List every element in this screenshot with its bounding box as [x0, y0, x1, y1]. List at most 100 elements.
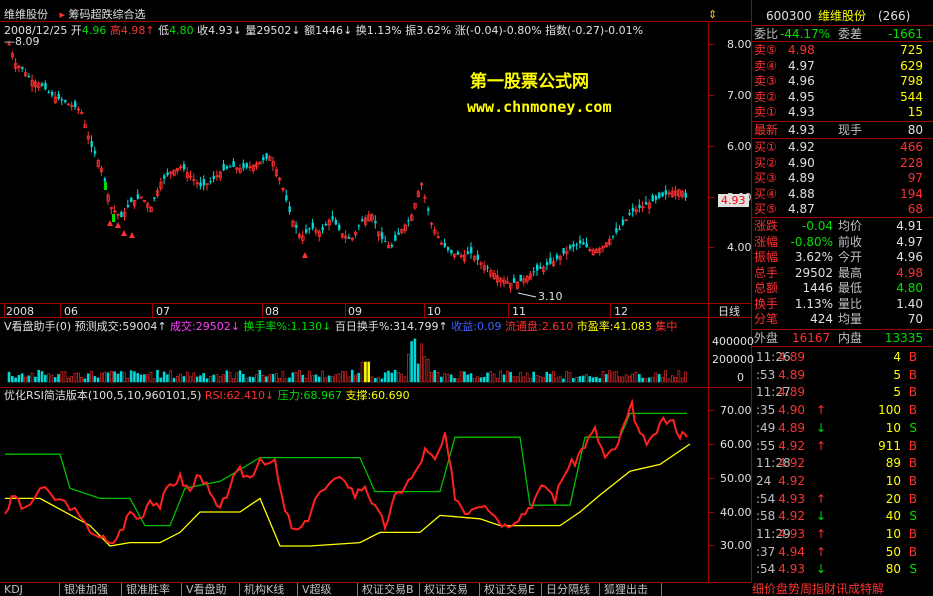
volume-bar	[674, 376, 677, 383]
candle-body	[638, 204, 641, 209]
volume-bar	[519, 372, 522, 383]
tick-row: :37 4.94 ↑ 50 B	[752, 544, 933, 560]
volume-bar	[482, 376, 486, 383]
volume-bar	[133, 371, 136, 383]
rsi-tick-label: 60.00	[720, 438, 752, 451]
volume-bar	[443, 373, 446, 383]
tick-row: :58 4.92 ↓ 40 S	[752, 508, 933, 524]
volume-bar	[406, 353, 410, 383]
change-value: (-0.04)-0.80%	[465, 24, 542, 37]
candle-body	[324, 223, 328, 226]
volume-bar	[377, 377, 380, 383]
volume-bar	[268, 374, 272, 383]
volume-bar	[298, 370, 301, 383]
rsi-tick-label: 40.00	[720, 506, 752, 519]
candle-body	[582, 242, 585, 245]
tick-row: :54 4.93 ↑ 20 B	[752, 491, 933, 507]
candle-body	[60, 99, 64, 101]
volume-bar	[205, 378, 209, 383]
volume-panel-title[interactable]: V看盘助手(0)	[4, 320, 71, 333]
candle-body	[130, 197, 133, 203]
volume-bar	[159, 377, 163, 383]
volume-bar	[433, 370, 437, 383]
rsi-panel-title[interactable]: 优化RSI简洁版本(100,5,10,960101,5)	[4, 389, 201, 402]
candle-body	[512, 278, 516, 283]
vol-label: 成交	[170, 320, 193, 333]
buy-signal-icon	[302, 252, 308, 258]
candle-body	[136, 194, 140, 199]
indicator-tab[interactable]: 权证交易C	[420, 583, 480, 596]
indicator-tab[interactable]: 权证交易E	[480, 583, 542, 596]
candle-body	[585, 243, 588, 248]
volume-bar	[149, 372, 153, 383]
volume-bar	[317, 376, 321, 383]
tick-scrollbar[interactable]	[922, 347, 933, 583]
candle-body	[651, 195, 654, 202]
volume-bar	[677, 370, 681, 383]
rsi-line	[4, 398, 688, 545]
volume-bar	[661, 377, 664, 383]
candle-body	[618, 229, 621, 231]
volume-bar	[624, 374, 628, 383]
high-marker-value: 8.09	[15, 35, 40, 48]
volume-bar	[614, 371, 618, 383]
candle-body	[615, 228, 618, 233]
indicator-tab[interactable]: V超级MACD	[298, 583, 358, 596]
volume-bar	[568, 372, 572, 383]
candle-body	[470, 247, 473, 254]
volume-bar	[248, 376, 252, 383]
tick-volume: 5	[893, 367, 901, 382]
candle-body	[664, 190, 668, 195]
candle-body	[578, 240, 582, 244]
candle-body	[476, 254, 479, 260]
candle-body	[242, 163, 245, 169]
indicator-tab[interactable]: 狐狸出击	[600, 583, 662, 596]
tick-time: :35	[756, 403, 776, 418]
volume-bar	[301, 374, 305, 383]
vp-turnover-value: 1.130	[290, 320, 323, 333]
indicator-tab[interactable]: 银准加强	[60, 583, 122, 596]
volume-bar	[529, 377, 532, 383]
candle-body	[262, 157, 265, 161]
volume-bar	[34, 376, 37, 383]
expand-icon[interactable]: ⇕	[708, 8, 717, 21]
tick-list[interactable]: 11:26 4.89 4 B:53 4.89 5 B 11:27 4.89 5 B:35 4.90 ↑ 1…	[752, 347, 933, 583]
candle-body	[658, 192, 661, 198]
indicator-name[interactable]: 筹码超跌综合选	[69, 8, 146, 21]
volume-bar	[525, 372, 529, 383]
tick-price: 4.89	[778, 367, 805, 382]
volume-bar	[225, 370, 229, 383]
volume-bar	[558, 376, 562, 383]
tick-time: :55	[756, 438, 776, 453]
period-label[interactable]: 日线	[718, 305, 740, 318]
volume-bar	[179, 373, 182, 383]
volume-bar	[251, 376, 255, 383]
volume-bar	[420, 343, 423, 383]
candle-body	[456, 251, 460, 255]
volume-bar	[344, 371, 347, 383]
predict-label: 预测成交	[74, 320, 119, 333]
hundred-label: 百日换手%	[334, 320, 390, 333]
indicator-tab[interactable]: 日分隔线	[542, 583, 600, 596]
volume-bar	[601, 370, 605, 383]
volume-bar	[562, 378, 565, 383]
watermark-url[interactable]: www.chnmoney.com	[467, 98, 612, 116]
indicator-tab[interactable]: KDJ	[0, 583, 60, 596]
indicator-tab[interactable]: V看盘助手	[182, 583, 240, 596]
support-line	[5, 443, 691, 547]
indicator-tab[interactable]: 机构K线(修	[240, 583, 298, 596]
volume-bar	[354, 374, 357, 383]
volume-bar	[90, 370, 93, 383]
volume-bar	[350, 369, 354, 383]
candle-body	[321, 227, 324, 231]
volume-bar	[143, 374, 146, 383]
volume-bar	[595, 376, 598, 383]
volume-bar	[535, 375, 539, 383]
volume-value: 29502	[256, 24, 292, 37]
indicator-tab[interactable]: 权证交易B	[358, 583, 420, 596]
volume-bar	[397, 372, 400, 383]
signal-marker	[112, 214, 115, 222]
bottom-function-bar[interactable]: 细价盘势周指财讯成特解	[752, 583, 933, 596]
candle-body	[519, 274, 522, 282]
indicator-tab[interactable]: 银准胜率	[122, 583, 182, 596]
